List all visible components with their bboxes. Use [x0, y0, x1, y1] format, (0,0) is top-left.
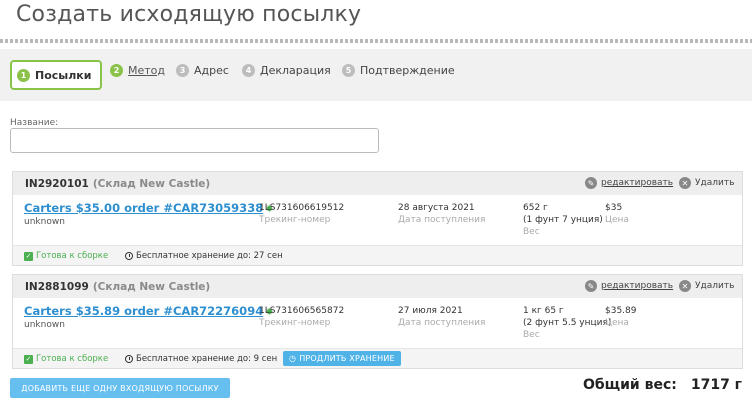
weight-label: Вес [523, 227, 540, 237]
parcel-footer: ✓ Готова к сборке Бесплатное хранение до… [13, 348, 742, 368]
ready-status: ✓ Готова к сборке [24, 354, 108, 364]
parcel-warehouse: (Склад New Castle) [92, 177, 211, 190]
parcel-details: Carters $35.00 order #CAR73059338 ✹ unkno… [13, 195, 742, 245]
parcel-id: IN2920101 [25, 177, 89, 190]
parcel-warehouse: (Склад New Castle) [92, 280, 211, 293]
close-icon: ✕ [679, 177, 691, 189]
date-cell: 28 августа 2021 Дата поступления [398, 202, 485, 226]
step-number: 3 [176, 64, 189, 77]
arrival-date: 27 июля 2021 [398, 306, 463, 316]
order-text: Carters $35.00 order #CAR73059338 [24, 201, 264, 215]
price-value: $35 [605, 203, 623, 213]
parcel-card: IN2920101 (Склад New Castle) ✎ редактиро… [12, 171, 743, 266]
dashed-divider [0, 39, 752, 43]
parcel-footer: ✓ Готова к сборке Бесплатное хранение до… [13, 245, 742, 265]
clock-icon: ◷ [289, 354, 297, 363]
tracking-cell: 1LS731606619512 Трекинг-номер [259, 202, 344, 226]
check-icon: ✓ [24, 354, 33, 364]
date-cell: 27 июля 2021 Дата поступления [398, 305, 485, 329]
parcel-header: IN2920101 (Склад New Castle) ✎ редактиро… [13, 172, 742, 195]
edit-label: редактировать [601, 178, 674, 188]
weight-cell: 652 г (1 фунт 7 унция) Вес [523, 202, 603, 238]
add-parcel-button[interactable]: ДОБАВИТЬ ЕЩЕ ОДНУ ВХОДЯЩУЮ ПОСЫЛКУ [10, 378, 230, 398]
storage-info: Бесплатное хранение до: 27 сен [125, 251, 283, 261]
name-field-label: Название: [10, 118, 59, 128]
date-label: Дата поступления [398, 215, 486, 225]
tracking-number: 1LS731606565872 [259, 306, 345, 316]
date-label: Дата поступления [398, 318, 486, 328]
clock-icon [125, 355, 133, 363]
close-icon: ✕ [679, 280, 691, 292]
edit-button[interactable]: ✎ редактировать [585, 280, 673, 292]
storage-info: Бесплатное хранение до: 9 сен [125, 354, 277, 364]
order-status: unknown [24, 217, 65, 227]
extend-storage-button[interactable]: ◷ ПРОДЛИТЬ ХРАНЕНИЕ [283, 351, 401, 366]
weight-imperial: (1 фунт 7 унция) [523, 215, 603, 225]
step-method[interactable]: 2 Метод [110, 64, 165, 77]
weight-cell: 1 кг 65 г (2 фунт 5.5 унция) Вес [523, 305, 611, 341]
weight-label: Вес [523, 330, 540, 340]
pencil-icon: ✎ [585, 280, 597, 292]
step-label: Метод [128, 64, 166, 77]
parcel-details: Carters $35.89 order #CAR72276094 ✹ unkno… [13, 298, 742, 348]
price-label: Цена [605, 318, 629, 328]
name-input[interactable] [10, 128, 379, 153]
ready-label: Готова к сборке [36, 251, 109, 261]
order-link[interactable]: Carters $35.89 order #CAR72276094 ✹ [24, 304, 274, 318]
storage-text: Бесплатное хранение до: 27 сен [136, 251, 283, 261]
step-number: 1 [17, 68, 30, 82]
delete-button[interactable]: ✕ Удалить [679, 280, 734, 292]
wizard-steps: 1 Посылки 2 Метод 3 Адрес 4 Декларация 5… [0, 49, 752, 101]
order-text: Carters $35.89 order #CAR72276094 [24, 304, 264, 318]
step-label: Адрес [194, 64, 229, 77]
step-confirmation: 5 Подтверждение [342, 64, 455, 77]
step-label: Декларация [260, 64, 331, 77]
step-label: Посылки [35, 68, 92, 82]
tracking-number: 1LS731606619512 [259, 203, 345, 213]
parcel-id: IN2881099 [25, 280, 89, 293]
ready-status: ✓ Готова к сборке [24, 251, 108, 261]
weight-metric: 1 кг 65 г [523, 306, 564, 316]
order-link[interactable]: Carters $35.00 order #CAR73059338 ✹ [24, 201, 274, 215]
order-status: unknown [24, 320, 65, 330]
edit-button[interactable]: ✎ редактировать [585, 177, 673, 189]
tracking-label: Трекинг-номер [259, 318, 331, 328]
edit-label: редактировать [601, 281, 674, 291]
delete-label: Удалить [695, 281, 735, 291]
step-parcels[interactable]: 1 Посылки [10, 60, 103, 90]
pencil-icon: ✎ [585, 177, 597, 189]
delete-button[interactable]: ✕ Удалить [679, 177, 734, 189]
price-cell: $35 Цена [605, 202, 629, 226]
tracking-cell: 1LS731606565872 Трекинг-номер [259, 305, 344, 329]
delete-label: Удалить [695, 178, 735, 188]
step-number: 4 [242, 64, 255, 77]
total-weight-value: 1717 г [690, 377, 742, 393]
total-weight-label: Общий вес: [582, 377, 677, 393]
clock-icon [125, 252, 133, 260]
check-icon: ✓ [24, 251, 33, 261]
step-number: 5 [342, 64, 355, 77]
parcel-card: IN2881099 (Склад New Castle) ✎ редактиро… [12, 274, 743, 369]
weight-metric: 652 г [523, 203, 548, 213]
weight-imperial: (2 фунт 5.5 унция) [523, 318, 612, 328]
price-value: $35.89 [605, 306, 637, 316]
step-label: Подтверждение [360, 64, 455, 77]
extend-storage-label: ПРОДЛИТЬ ХРАНЕНИЕ [299, 354, 395, 363]
price-label: Цена [605, 215, 629, 225]
step-declaration: 4 Декларация [242, 64, 331, 77]
parcel-header: IN2881099 (Склад New Castle) ✎ редактиро… [13, 275, 742, 298]
price-cell: $35.89 Цена [605, 305, 637, 329]
ready-label: Готова к сборке [36, 354, 109, 364]
step-address: 3 Адрес [176, 64, 229, 77]
page-title: Создать исходящую посылку [16, 2, 362, 27]
tracking-label: Трекинг-номер [259, 215, 331, 225]
storage-text: Бесплатное хранение до: 9 сен [136, 354, 278, 364]
arrival-date: 28 августа 2021 [398, 203, 475, 213]
step-number: 2 [110, 64, 123, 77]
total-weight: Общий вес: 1717 г [583, 377, 742, 393]
